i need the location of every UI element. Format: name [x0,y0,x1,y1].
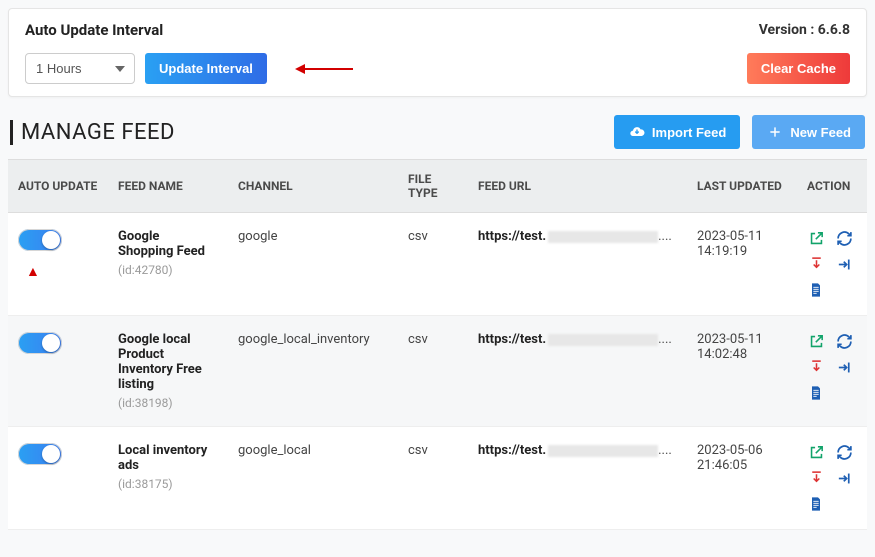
refresh-icon[interactable] [835,229,853,247]
updated-date: 2023-05-11 [697,229,787,244]
row-actions [807,332,857,402]
table-row: ▲ Google local Product Inventory Free li… [8,316,867,427]
feed-file-type: csv [398,213,468,316]
refresh-icon[interactable] [835,443,853,461]
export-icon[interactable] [835,469,853,487]
document-icon[interactable] [807,384,825,402]
table-head: AUTO UPDATE FEED NAME CHANNEL FILE TYPE … [8,160,867,213]
import-feed-label: Import Feed [652,125,726,140]
export-icon[interactable] [835,358,853,376]
card-header: Auto Update Interval Version : 6.6.8 [25,21,850,39]
feed-last-updated: 2023-05-11 14:19:19 [687,213,797,316]
updated-date: 2023-05-06 [697,443,787,458]
header-actions: Import Feed New Feed [614,115,865,149]
feed-url-cell: https://test..... [468,316,687,427]
download-icon[interactable] [807,358,825,376]
export-icon[interactable] [835,255,853,273]
download-icon[interactable] [807,255,825,273]
feed-url-redacted [548,231,658,243]
version-label: Version : 6.6.8 [759,22,850,38]
feed-url-suffix: .... [658,229,672,244]
col-last-updated: LAST UPDATED [687,160,797,213]
auto-update-toggle[interactable] [18,229,62,251]
update-interval-button[interactable]: Update Interval [145,53,267,84]
auto-update-card: Auto Update Interval Version : 6.6.8 1 H… [8,8,867,97]
feed-channel: google [228,213,398,316]
download-icon[interactable] [807,469,825,487]
feed-url-suffix: .... [658,443,672,458]
updated-time: 21:46:05 [697,458,787,473]
clear-cache-button[interactable]: Clear Cache [747,53,850,84]
feed-id: (id:42780) [118,263,218,277]
external-link-icon[interactable] [807,332,825,350]
feed-name: Google local Product Inventory Free list… [118,332,218,392]
feed-id: (id:38175) [118,477,218,491]
col-auto-update: AUTO UPDATE [8,160,108,213]
updated-date: 2023-05-11 [697,332,787,347]
feed-url-prefix: https://test. [478,332,546,347]
auto-update-toggle[interactable] [18,332,62,354]
row-actions [807,229,857,299]
feed-url-cell: https://test..... [468,427,687,530]
feed-last-updated: 2023-05-06 21:46:05 [687,427,797,530]
document-icon[interactable] [807,495,825,513]
col-file-type: FILE TYPE [398,160,468,213]
feed-url-prefix: https://test. [478,229,546,244]
col-channel: CHANNEL [228,160,398,213]
feed-url-cell: https://test..... [468,213,687,316]
feed-file-type: csv [398,316,468,427]
controls-row: 1 Hours Update Interval Clear Cache [25,53,850,84]
section-header: MANAGE FEED Import Feed New Feed [8,109,867,159]
interval-select-wrap: 1 Hours [25,53,135,84]
section-title: MANAGE FEED [10,120,175,145]
feed-url-redacted [548,334,658,346]
row-actions [807,443,857,513]
feed-name: Google Shopping Feed [118,229,218,259]
feed-file-type: csv [398,427,468,530]
new-feed-button[interactable]: New Feed [752,115,865,149]
refresh-icon[interactable] [835,332,853,350]
pointer-up-icon: ▲ [26,265,98,279]
feed-channel: google_local_inventory [228,316,398,427]
feed-url-prefix: https://test. [478,443,546,458]
feed-channel: google_local [228,427,398,530]
feed-name: Local inventory ads [118,443,218,473]
external-link-icon[interactable] [807,443,825,461]
pointer-arrow-icon [295,62,355,76]
document-icon[interactable] [807,281,825,299]
col-feed-url: FEED URL [468,160,687,213]
table-row: ▲ Local inventory ads (id:38175) google_… [8,427,867,530]
plus-icon [766,123,784,141]
feed-url-redacted [548,445,658,457]
table-row: ▲ Google Shopping Feed (id:42780) google… [8,213,867,316]
feed-table: AUTO UPDATE FEED NAME CHANNEL FILE TYPE … [8,159,867,530]
col-action: ACTION [797,160,867,213]
new-feed-label: New Feed [790,125,851,140]
feed-id: (id:38198) [118,396,218,410]
interval-select[interactable]: 1 Hours [25,53,135,84]
updated-time: 14:02:48 [697,347,787,362]
updated-time: 14:19:19 [697,244,787,259]
controls-left: 1 Hours Update Interval [25,53,355,84]
feed-last-updated: 2023-05-11 14:02:48 [687,316,797,427]
col-feed-name: FEED NAME [108,160,228,213]
feed-url-suffix: .... [658,332,672,347]
external-link-icon[interactable] [807,229,825,247]
import-feed-button[interactable]: Import Feed [614,115,740,149]
card-title: Auto Update Interval [25,21,163,39]
cloud-download-icon [628,123,646,141]
table-body: ▲ Google Shopping Feed (id:42780) google… [8,213,867,530]
auto-update-toggle[interactable] [18,443,62,465]
